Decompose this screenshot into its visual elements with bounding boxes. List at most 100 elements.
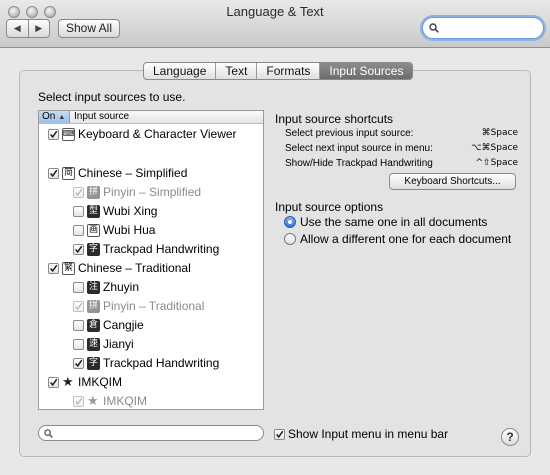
list-item-label: Trackpad Handwriting [103,356,220,370]
list-item[interactable]: 简 Chinese – Simplified [48,164,187,182]
radio-button[interactable] [284,233,296,245]
shortcut-label: Select next input source in menu: [285,143,433,154]
options-title: Input source options [275,200,384,214]
source-checkbox[interactable] [73,243,84,255]
list-item-label: Pinyin – Traditional [103,299,205,313]
search-field[interactable] [422,17,544,39]
list-item-label: IMKQIM [78,375,122,389]
shortcuts-title: Input source shortcuts [275,112,394,126]
source-checkbox[interactable] [48,262,59,274]
tab-input-sources[interactable]: Input Sources [320,63,413,79]
handwriting-icon: 字 [87,356,100,370]
list-item-label: Chinese – Traditional [78,261,191,275]
star-icon: ★ [62,374,74,390]
radio-label: Allow a different one for each document [300,232,512,246]
list-item[interactable]: 拼 Pinyin – Simplified [73,183,201,201]
list-item[interactable]: ★ IMKQIM [48,373,122,391]
tab-text[interactable]: Text [216,63,258,79]
column-header-source[interactable]: Input source [70,111,129,123]
column-header-on[interactable]: On ▲ [39,111,70,123]
shortcut-key: ^⇧Space [475,158,518,168]
show-input-menu-option[interactable]: Show Input menu in menu bar [274,427,448,441]
shortcut-row: Show/Hide Trackpad Handwriting ^⇧Space [285,158,518,169]
tab-language[interactable]: Language [144,63,217,79]
search-icon [44,428,53,438]
keyboard-shortcuts-button[interactable]: Keyboard Shortcuts... [389,173,516,190]
forward-button[interactable]: ▶ [27,20,50,37]
show-all-button[interactable]: Show All [58,19,120,38]
source-checkbox [73,395,84,407]
radio-different-source[interactable]: Allow a different one for each document [284,232,511,246]
search-icon [429,23,439,33]
pinyin-icon: 拼 [87,185,100,199]
tab-formats[interactable]: Formats [257,63,321,79]
radio-label: Use the same one in all documents [300,215,488,229]
star-icon: ★ [87,393,99,409]
list-item[interactable]: 型 Wubi Xing [73,202,157,220]
list-item-label: Wubi Hua [103,223,156,237]
wubi-xing-icon: 型 [87,204,100,218]
shortcut-key: ⌘Space [481,128,518,138]
source-checkbox[interactable] [73,338,84,350]
source-checkbox[interactable] [48,376,59,388]
zhuyin-icon: 注 [87,280,100,294]
radio-same-source[interactable]: Use the same one in all documents [284,215,487,229]
list-item[interactable]: 字 Trackpad Handwriting [73,354,219,372]
list-item-label: Chinese – Simplified [78,166,188,180]
list-search-input[interactable] [56,427,252,439]
list-item[interactable]: 倉 Cangjie [73,316,144,334]
forward-arrow-icon: ▶ [35,23,43,33]
source-checkbox[interactable] [73,224,84,236]
list-item-label: Cangjie [103,318,144,332]
list-item[interactable]: 速 Jianyi [73,335,134,353]
shortcut-key: ⌥⌘Space [471,143,518,153]
cangjie-icon: 倉 [87,318,100,332]
chinese-traditional-icon: 繁 [62,261,75,275]
list-item-label: Keyboard & Character Viewer [78,127,237,141]
list-item[interactable]: 字 Trackpad Handwriting [73,240,219,258]
back-button[interactable]: ◀ [7,20,28,37]
source-checkbox [73,300,84,312]
show-input-menu-label: Show Input menu in menu bar [288,427,449,441]
source-checkbox[interactable] [73,357,84,369]
chinese-simplified-icon: 简 [62,166,75,180]
source-checkbox [73,186,84,198]
list-item[interactable]: 繁 Chinese – Traditional [48,259,191,277]
source-checkbox[interactable] [73,319,84,331]
list-search-field[interactable] [38,425,264,441]
shortcut-label: Select previous input source: [285,128,414,139]
list-header: On ▲ Input source [39,111,263,124]
radio-button-selected[interactable] [284,216,296,228]
help-button[interactable]: ? [501,428,519,446]
input-source-list[interactable]: On ▲ Input source ⌨ Keyboard & Character V… [38,110,264,410]
source-checkbox[interactable] [48,167,59,179]
source-checkbox[interactable] [48,128,59,140]
list-item[interactable]: 注 Zhuyin [73,278,139,296]
list-item-label: Pinyin – Simplified [103,185,202,199]
list-item-label: Trackpad Handwriting [103,242,220,256]
list-item-label: Jianyi [103,337,134,351]
list-item[interactable]: 拼 Pinyin – Traditional [73,297,204,315]
column-header-on-label: On [42,111,56,122]
sort-ascending-icon: ▲ [58,114,66,121]
show-input-menu-checkbox[interactable] [274,428,285,440]
tab-bar: Language Text Formats Input Sources [143,62,414,80]
source-checkbox[interactable] [73,205,84,217]
shortcut-row: Select previous input source: ⌘Space [285,128,518,139]
search-input[interactable] [442,20,534,36]
wubi-hua-icon: 画 [87,223,100,237]
shortcut-label: Show/Hide Trackpad Handwriting [285,158,433,169]
pinyin-traditional-icon: 拼 [87,299,100,313]
list-item[interactable]: ★ IMKQIM [73,392,147,409]
list-item[interactable]: 画 Wubi Hua [73,221,155,239]
list-item-label: Wubi Xing [103,204,158,218]
list-item-label: IMKQIM [103,394,147,408]
back-arrow-icon: ◀ [13,23,21,33]
keyboard-viewer-icon: ⌨ [62,127,75,141]
source-checkbox[interactable] [73,281,84,293]
select-sources-heading: Select input sources to use. [38,90,186,104]
list-item-label: Zhuyin [103,280,140,294]
toolbar: Language & Text ◀ ▶ Show All [0,0,550,48]
jianyi-icon: 速 [87,337,100,351]
list-item[interactable]: ⌨ Keyboard & Character Viewer [48,125,237,143]
